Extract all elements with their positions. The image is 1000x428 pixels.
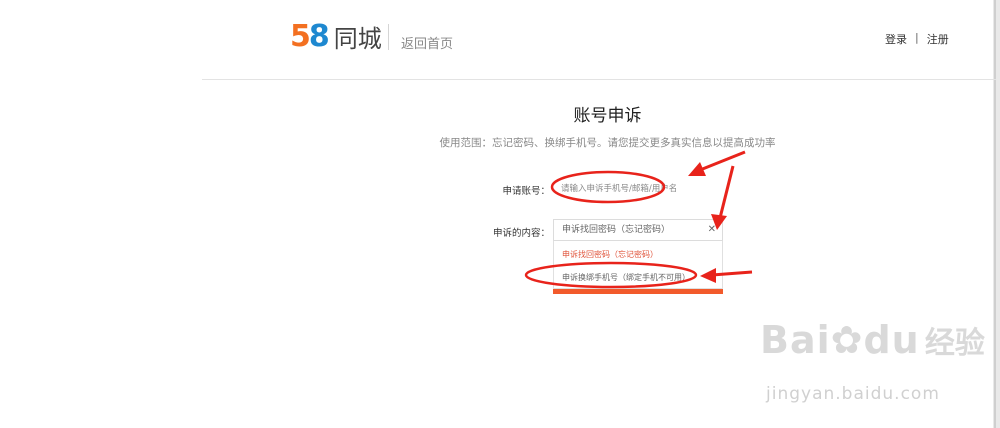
paw-icon: ✿ bbox=[830, 318, 864, 362]
watermark-brand-2: du bbox=[863, 318, 920, 362]
watermark-url: jingyan.baidu.com bbox=[766, 384, 940, 404]
annotation-arrow-3 bbox=[700, 268, 753, 283]
baidu-watermark: Bai✿du 经验 bbox=[760, 318, 985, 362]
annotation-circle-account bbox=[550, 170, 666, 204]
watermark-cn: 经验 bbox=[924, 326, 985, 361]
annotation-circle-option bbox=[524, 261, 698, 289]
watermark-brand: Bai bbox=[760, 318, 831, 362]
annotation-arrow-1 bbox=[688, 150, 746, 176]
annotation-arrow-2 bbox=[711, 165, 735, 230]
annotation-overlay bbox=[524, 150, 753, 289]
